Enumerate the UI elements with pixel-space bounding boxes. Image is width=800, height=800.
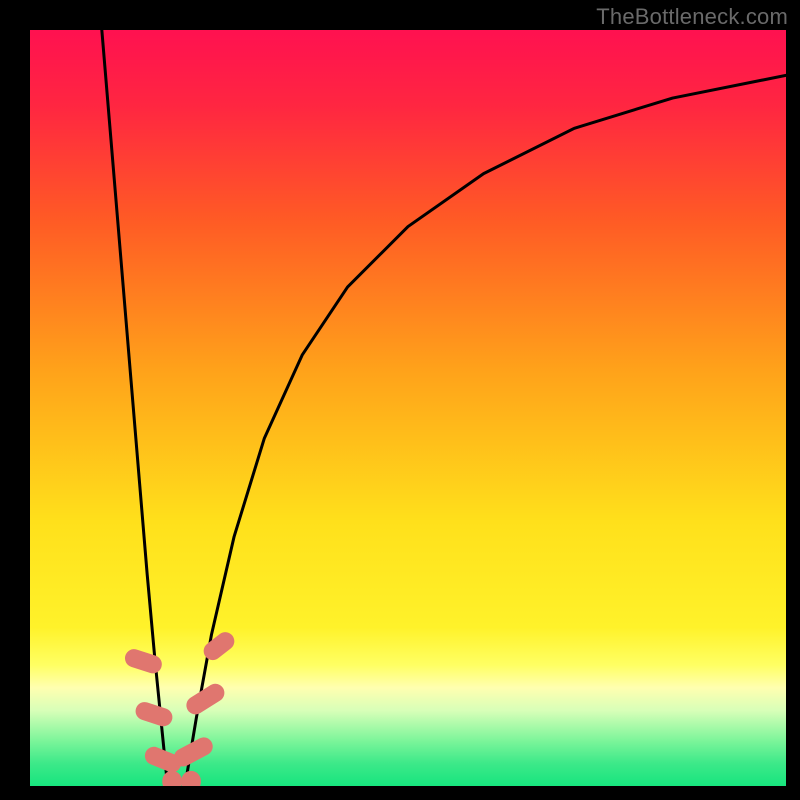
chart-frame: TheBottleneck.com [0,0,800,800]
watermark-text: TheBottleneck.com [596,4,788,30]
plot-area [30,30,786,786]
chart-svg [30,30,786,786]
gradient-background [30,30,786,786]
